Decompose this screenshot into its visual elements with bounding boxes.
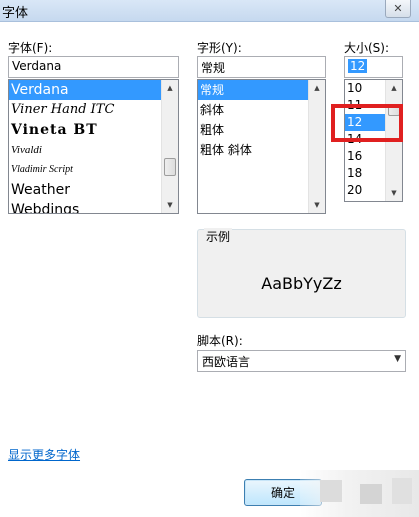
sample-group: 示例 AaBbYyZz: [197, 228, 406, 318]
script-select-value: 西欧语言: [202, 355, 251, 369]
style-list-scrollbar[interactable]: ▲ ▼: [308, 80, 325, 213]
scroll-down-icon[interactable]: ▼: [162, 197, 178, 213]
style-list[interactable]: 常规 斜体 粗体 粗体 斜体 ▲ ▼: [197, 79, 326, 214]
font-item-viner-hand[interactable]: Viner Hand ITC: [9, 100, 161, 120]
font-item-verdana[interactable]: Verdana: [9, 80, 161, 100]
size-input[interactable]: 12: [344, 56, 403, 78]
font-input-value: Verdana: [12, 59, 62, 73]
blurred-region: [300, 470, 419, 517]
scroll-up-icon[interactable]: ▲: [309, 80, 325, 96]
font-input[interactable]: Verdana: [8, 56, 179, 78]
font-label: 字体(F):: [8, 41, 53, 55]
close-icon: ✕: [393, 2, 403, 15]
size-item-10[interactable]: 10: [345, 80, 385, 97]
style-label: 字形(Y):: [197, 41, 242, 55]
size-label: 大小(S):: [344, 41, 390, 55]
size-item-18[interactable]: 18: [345, 165, 385, 182]
sample-legend: 示例: [204, 228, 233, 245]
sample-text: AaBbYyZz: [261, 274, 342, 293]
title-bar: 字体 ✕: [0, 0, 419, 22]
font-list-scroll-thumb[interactable]: [164, 158, 176, 176]
scroll-up-icon[interactable]: ▲: [162, 80, 178, 96]
style-item-bold[interactable]: 粗体: [198, 120, 308, 140]
chevron-down-icon: ▼: [394, 354, 401, 364]
font-list[interactable]: Verdana Viner Hand ITC Vineta BT Vivaldi…: [8, 79, 179, 214]
style-item-regular[interactable]: 常规: [198, 80, 308, 100]
scroll-up-icon[interactable]: ▲: [386, 80, 402, 96]
font-item-vladimir-script[interactable]: Vladimir Script: [9, 160, 161, 180]
window-title: 字体: [2, 6, 29, 21]
style-item-bold-italic[interactable]: 粗体 斜体: [198, 140, 308, 160]
style-input-value: 常规: [201, 61, 226, 75]
size-item-20[interactable]: 20: [345, 182, 385, 199]
size-input-value: 12: [348, 59, 368, 73]
scroll-down-icon[interactable]: ▼: [386, 185, 402, 201]
scroll-down-icon[interactable]: ▼: [309, 197, 325, 213]
font-item-webdings[interactable]: Webdings: [9, 200, 161, 213]
font-item-vivaldi[interactable]: Vivaldi: [9, 140, 161, 160]
size-item-16[interactable]: 16: [345, 148, 385, 165]
script-select[interactable]: 西欧语言 ▼: [197, 350, 406, 372]
close-button[interactable]: ✕: [385, 0, 411, 18]
show-more-fonts-link[interactable]: 显示更多字体: [8, 446, 80, 463]
script-label: 脚本(R):: [197, 334, 243, 348]
font-list-scrollbar[interactable]: ▲ ▼: [161, 80, 178, 213]
font-item-vineta[interactable]: Vineta BT: [9, 120, 161, 140]
style-input[interactable]: 常规: [197, 56, 326, 78]
ok-button-label: 确定: [270, 486, 295, 500]
style-item-italic[interactable]: 斜体: [198, 100, 308, 120]
highlight-annotation-box: [331, 104, 403, 142]
font-item-weather[interactable]: Weather: [9, 180, 161, 200]
